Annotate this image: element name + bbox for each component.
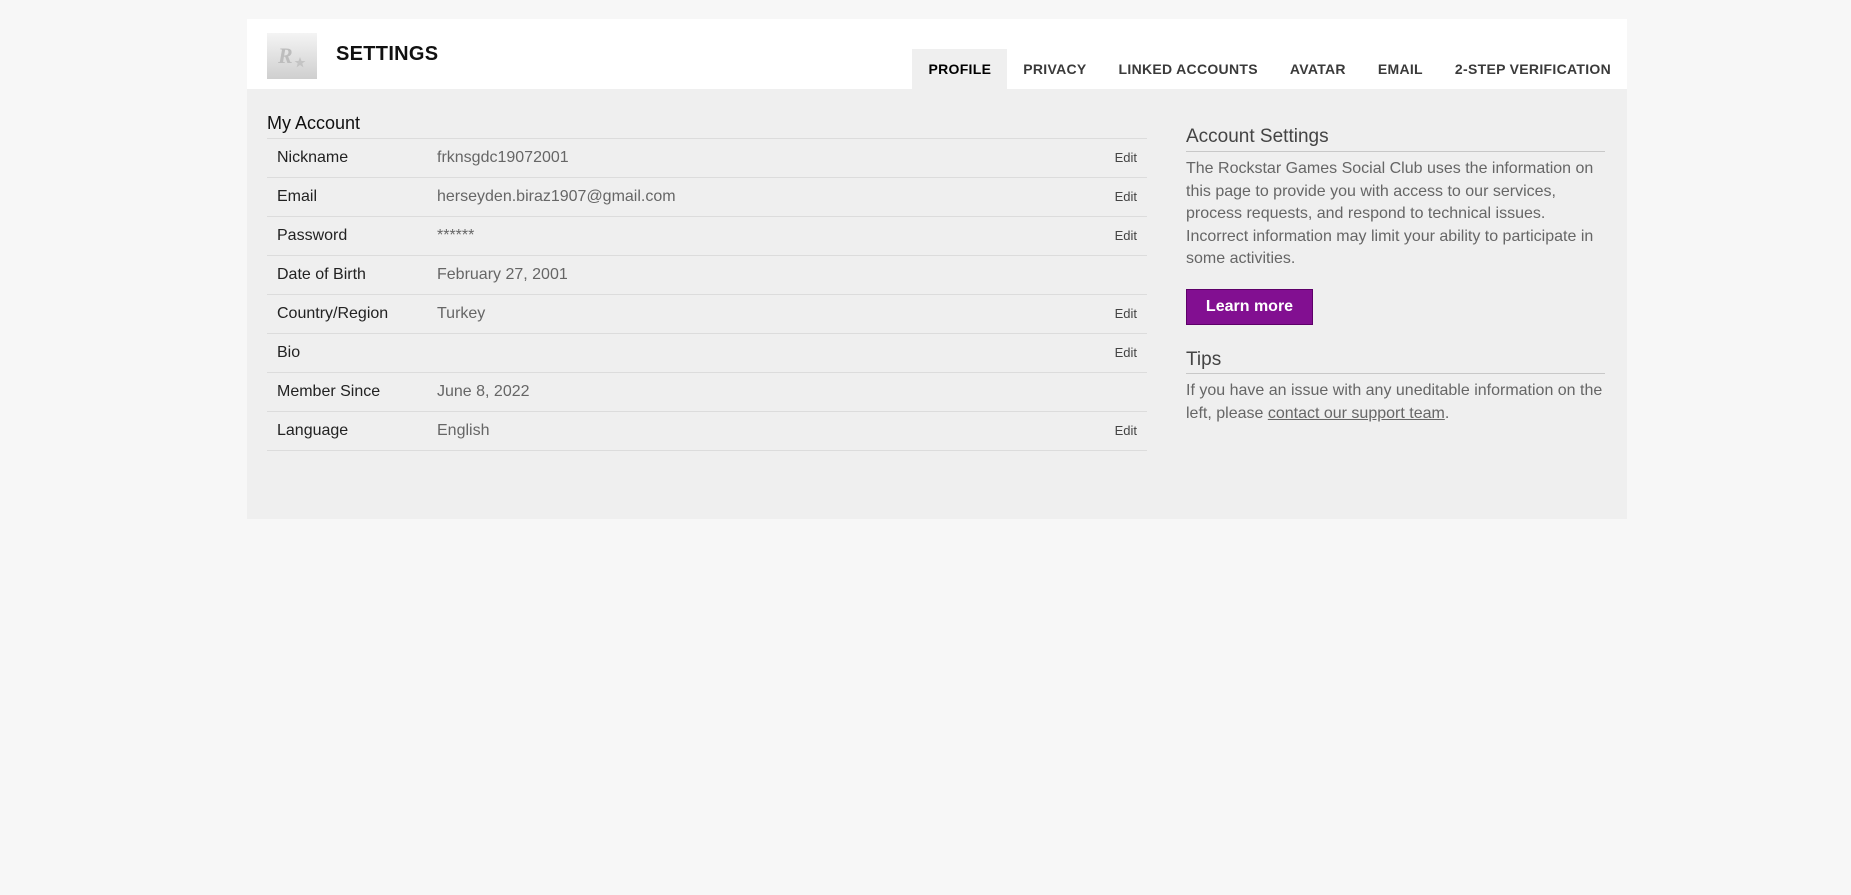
field-value: June 8, 2022 — [437, 383, 530, 400]
field-value: ****** — [437, 227, 475, 244]
edit-button[interactable]: Edit — [1115, 345, 1137, 360]
account-row-email: Email herseyden.biraz1907@gmail.com Edit — [267, 178, 1147, 217]
field-value: English — [437, 422, 490, 439]
account-row-date-of-birth: Date of Birth February 27, 2001 — [267, 256, 1147, 295]
field-value: frknsgdc19072001 — [437, 149, 569, 166]
settings-container: R SETTINGS PROFILE PRIVACY LINKED ACCOUNTS… — [247, 19, 1627, 519]
account-rows: Nickname frknsgdc19072001 Edit Email herseyd… — [267, 139, 1147, 451]
tips-text-after: . — [1444, 404, 1450, 422]
edit-button[interactable]: Edit — [1115, 228, 1137, 243]
account-row-password: Password ****** Edit — [267, 217, 1147, 256]
account-row-bio: Bio Edit — [267, 334, 1147, 373]
account-row-language: Language English Edit — [267, 412, 1147, 451]
field-label: Bio — [277, 344, 301, 361]
tab-privacy[interactable]: PRIVACY — [1007, 49, 1102, 89]
tab-avatar[interactable]: AVATAR — [1274, 49, 1362, 89]
field-value: February 27, 2001 — [437, 266, 568, 283]
account-row-nickname: Nickname frknsgdc19072001 Edit — [267, 139, 1147, 178]
my-account-title: My Account — [267, 109, 1147, 139]
tips-title: Tips — [1186, 349, 1605, 374]
settings-content: My Account Nickname frknsgdc19072001 Edit E… — [247, 89, 1627, 519]
tab-email[interactable]: EMAIL — [1362, 49, 1439, 89]
settings-header: R SETTINGS PROFILE PRIVACY LINKED ACCOUNTS… — [247, 19, 1627, 89]
field-value: Turkey — [437, 305, 486, 322]
tab-linked-accounts[interactable]: LINKED ACCOUNTS — [1103, 49, 1274, 89]
field-value: herseyden.biraz1907@gmail.com — [437, 188, 676, 205]
edit-button[interactable]: Edit — [1115, 423, 1137, 438]
field-label: Language — [277, 422, 349, 439]
page-title: SETTINGS — [336, 43, 439, 65]
field-label: Date of Birth — [277, 266, 366, 283]
settings-tabs: PROFILE PRIVACY LINKED ACCOUNTS AVATAR EMAIL… — [912, 49, 1627, 89]
field-label: Country/Region — [277, 305, 389, 322]
field-label: Email — [277, 188, 318, 205]
field-label: Password — [277, 227, 348, 244]
account-settings-title: Account Settings — [1186, 126, 1605, 152]
learn-more-button[interactable]: Learn more — [1186, 288, 1313, 325]
field-label: Nickname — [277, 149, 349, 166]
sidebar: Account Settings The Rockstar Games Soci… — [1186, 89, 1605, 425]
tab-2-step-verification[interactable]: 2-STEP VERIFICATION — [1439, 49, 1627, 89]
edit-button[interactable]: Edit — [1115, 306, 1137, 321]
edit-button[interactable]: Edit — [1115, 150, 1137, 165]
account-row-country-region: Country/Region Turkey Edit — [267, 295, 1147, 334]
my-account-section: My Account Nickname frknsgdc19072001 Edit E… — [267, 89, 1147, 451]
account-settings-text: The Rockstar Games Social Club uses the … — [1186, 160, 1594, 268]
rockstar-logo-icon: R — [267, 33, 317, 79]
svg-text:R: R — [277, 43, 293, 68]
edit-button[interactable]: Edit — [1115, 189, 1137, 204]
field-label: Member Since — [277, 383, 381, 400]
tab-profile[interactable]: PROFILE — [912, 49, 1008, 89]
account-row-member-since: Member Since June 8, 2022 — [267, 373, 1147, 412]
tips-text: If you have an issue with any uneditable… — [1186, 380, 1605, 425]
contact-support-link[interactable]: contact our support team — [1268, 405, 1445, 422]
